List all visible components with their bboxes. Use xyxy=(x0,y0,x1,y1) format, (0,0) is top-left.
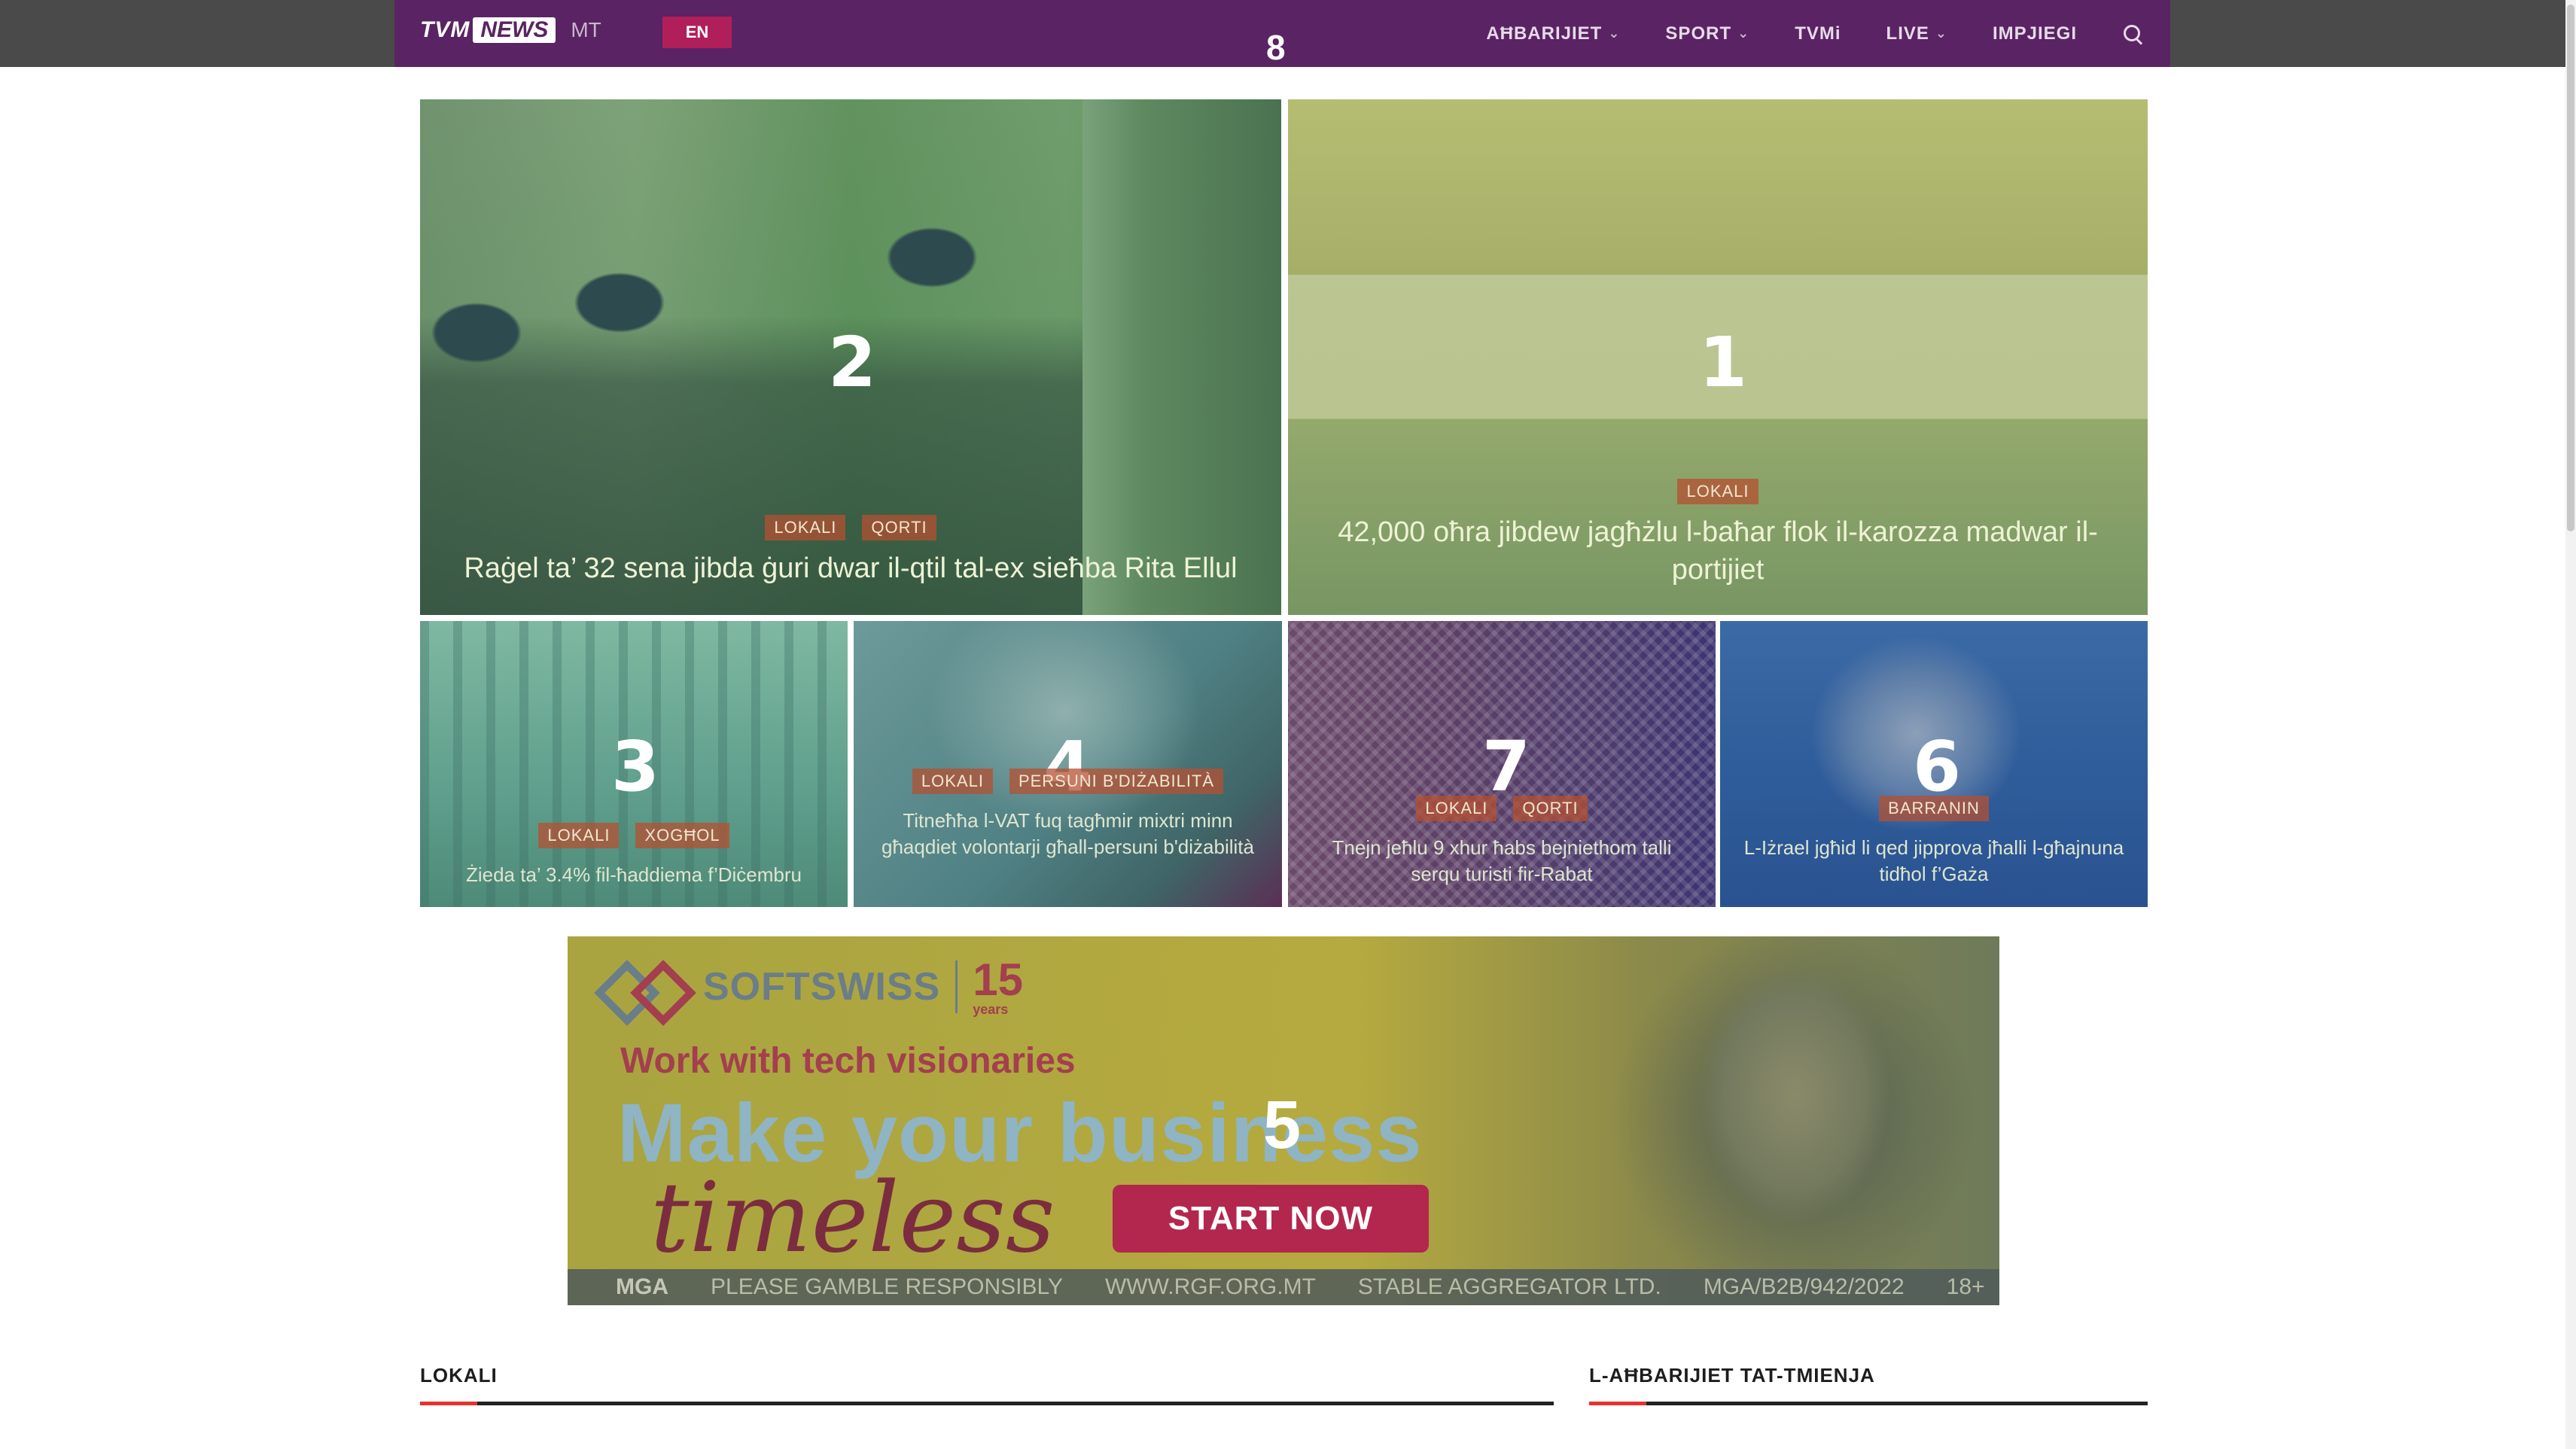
section-title-news-at-eight[interactable]: L-AĦBARIJIET TAT-TMIENJA xyxy=(1589,1364,1875,1387)
chevron-down-icon: ⌄ xyxy=(1737,26,1750,41)
category-tag[interactable]: XOGĦOL xyxy=(635,823,729,848)
chevron-down-icon: ⌄ xyxy=(1935,26,1947,41)
scrollbar-thumb[interactable] xyxy=(2567,5,2574,531)
chevron-down-icon: ⌄ xyxy=(1608,26,1621,41)
overlay-number-3: 3 xyxy=(611,726,660,807)
ad-brand-name: SOFTSWISS xyxy=(703,965,941,1009)
featured-article-card[interactable]: 1 LOKALI 42,000 oħra jibdew jagħżlu l-ba… xyxy=(1288,99,2148,615)
category-tag[interactable]: LOKALI xyxy=(1416,796,1497,821)
tag-list: LOKALI PERSUNI B'DIŻABILITÀ xyxy=(854,769,1282,794)
menu-item-ahbarijiet[interactable]: AĦBARIJIET ⌄ xyxy=(1486,23,1620,44)
logo-mark: TVM NEWS xyxy=(420,17,556,44)
article-card[interactable]: 7 LOKALI QORTI Tnejn jeħlu 9 xhur ħabs b… xyxy=(1288,621,1716,907)
overlay-number-4: 4 xyxy=(1043,726,1092,807)
article-title[interactable]: Titneħħa l-VAT fuq tagħmir mixtri minn g… xyxy=(854,808,1282,860)
tag-list: LOKALI QORTI xyxy=(420,515,1281,540)
softswiss-logo-icon xyxy=(598,960,688,1013)
section-title-lokali[interactable]: LOKALI xyxy=(420,1364,498,1387)
ad-footer-mga: MGA xyxy=(616,1274,668,1299)
overlay-number-5: 5 xyxy=(1263,1088,1302,1163)
category-tag[interactable]: LOKALI xyxy=(1677,479,1758,504)
category-tag[interactable]: LOKALI xyxy=(765,515,846,540)
tag-list: LOKALI QORTI xyxy=(1288,796,1716,821)
article-title[interactable]: 42,000 oħra jibdew jagħżlu l-baħar flok … xyxy=(1288,513,2148,589)
overlay-number-6: 6 xyxy=(1913,726,1962,807)
site-logo[interactable]: TVM NEWS MT xyxy=(420,17,601,44)
menu-item-label: AĦBARIJIET xyxy=(1486,23,1603,44)
article-card[interactable]: 4 LOKALI PERSUNI B'DIŻABILITÀ Titneħħa l… xyxy=(854,621,1282,907)
ad-headline-script: timeless xyxy=(650,1162,1055,1274)
category-tag[interactable]: LOKALI xyxy=(538,823,620,848)
tag-list: BARRANIN xyxy=(1720,796,2148,821)
featured-article-card[interactable]: 2 LOKALI QORTI Raġel ta’ 32 sena jibda ġ… xyxy=(420,99,1281,615)
article-card[interactable]: 3 LOKALI XOGĦOL Żieda ta’ 3.4% fil-ħaddi… xyxy=(420,621,848,907)
ad-anniversary: 15 years xyxy=(973,954,1023,1017)
top-bar-left xyxy=(0,0,394,67)
menu-item-sport[interactable]: SPORT ⌄ xyxy=(1665,23,1749,44)
search-icon[interactable] xyxy=(2122,23,2143,44)
menu-item-label: IMPJIEGI xyxy=(1992,23,2077,44)
overlay-number-2: 2 xyxy=(828,322,877,403)
category-tag[interactable]: QORTI xyxy=(862,515,936,540)
page-scrollbar[interactable] xyxy=(2565,0,2576,1449)
menu-item-label: SPORT xyxy=(1665,23,1732,44)
tag-list: LOKALI XOGĦOL xyxy=(420,823,848,848)
ad-footer-text: WWW.RGF.ORG.MT xyxy=(1104,1274,1316,1299)
category-tag[interactable]: BARRANIN xyxy=(1879,796,1989,821)
ad-footer: MGA PLEASE GAMBLE RESPONSIBLY WWW.RGF.OR… xyxy=(568,1269,1999,1305)
article-title[interactable]: Tnejn jeħlu 9 xhur ħabs bejniethom talli… xyxy=(1288,835,1716,887)
category-tag[interactable]: LOKALI xyxy=(912,769,993,794)
language-switch-button[interactable]: EN xyxy=(662,17,732,48)
overlay-number-1: 1 xyxy=(1699,322,1748,403)
menu-item-tvmi[interactable]: TVMi xyxy=(1795,23,1841,44)
menu-item-label: TVMi xyxy=(1795,23,1841,44)
menu-item-live[interactable]: LIVE ⌄ xyxy=(1886,23,1947,44)
advertisement-banner[interactable]: SOFTSWISS 15 years Work with tech vision… xyxy=(568,936,1999,1305)
ad-divider xyxy=(955,960,958,1013)
section-accent xyxy=(1589,1402,1646,1405)
menu-item-label: LIVE xyxy=(1886,23,1929,44)
logo-tvm-text: TVM xyxy=(420,17,470,42)
tag-list: LOKALI xyxy=(1288,479,2148,504)
ad-brand: SOFTSWISS 15 years xyxy=(598,954,1023,1017)
menu-item-impjiegi[interactable]: IMPJIEGI xyxy=(1993,23,2077,44)
category-tag[interactable]: PERSUNI B'DIŻABILITÀ xyxy=(1009,769,1224,794)
ad-footer-age: 18+ xyxy=(1946,1274,1985,1299)
overlay-number-7: 7 xyxy=(1482,726,1531,807)
article-title[interactable]: Żieda ta’ 3.4% fil-ħaddiema f’Diċembru xyxy=(420,862,848,888)
section-accent xyxy=(420,1402,477,1405)
ad-footer-text: MGA/B2B/942/2022 xyxy=(1703,1274,1905,1299)
ad-years-number: 15 xyxy=(973,954,1023,1005)
overlay-number-8: 8 xyxy=(1266,28,1286,67)
article-title[interactable]: Raġel ta’ 32 sena jibda ġuri dwar il-qti… xyxy=(420,549,1281,587)
article-title[interactable]: L-Iżrael jgħid li qed jipprova jħalli l-… xyxy=(1720,835,2148,887)
section-divider xyxy=(420,1402,1554,1405)
menu-bar: AĦBARIJIET ⌄ SPORT ⌄ TVMi LIVE ⌄ IMPJIEG… xyxy=(1486,0,2143,67)
logo-locale: MT xyxy=(571,18,601,41)
top-bar-right xyxy=(2170,0,2576,67)
ad-footer-text: STABLE AGGREGATOR LTD. xyxy=(1357,1274,1661,1299)
ad-tagline: Work with tech visionaries xyxy=(620,1041,1076,1081)
section-divider xyxy=(1589,1402,2148,1405)
category-tag[interactable]: QORTI xyxy=(1513,796,1588,821)
main-navigation: TVM NEWS MT EN 8 AĦBARIJIET ⌄ SPORT ⌄ TV… xyxy=(394,0,2170,67)
ad-footer-text: PLEASE GAMBLE RESPONSIBLY xyxy=(711,1274,1063,1299)
logo-news-text: NEWS xyxy=(473,17,556,43)
ad-start-now-button[interactable]: START NOW xyxy=(1113,1185,1429,1253)
ad-portrait-image xyxy=(1546,936,1999,1305)
article-card[interactable]: 6 BARRANIN L-Iżrael jgħid li qed jipprov… xyxy=(1720,621,2148,907)
